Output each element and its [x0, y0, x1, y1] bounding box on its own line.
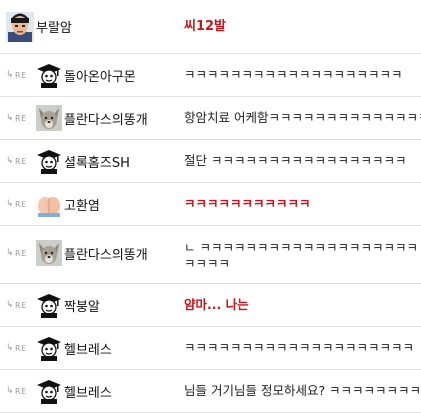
reply-marker-label: RE [15, 199, 27, 209]
comment-text: ㅋㅋㅋㅋㅋㅋㅋㅋㅋㅋㅋㅋㅋㅋㅋㅋㅋㅋㅋ [184, 67, 403, 82]
comment-row-reply-1: ↳ RE 돌아온아구몬 ㅋㅋㅋㅋㅋㅋㅋㅋㅋㅋㅋㅋㅋㅋㅋㅋㅋㅋㅋ [0, 54, 421, 97]
comment-row-main: 부랄암 씨12발 [0, 0, 421, 54]
graduate-avatar-icon [36, 335, 62, 361]
reply-marker: ↳ RE [6, 156, 36, 166]
reply-arrow-icon: ↳ [6, 113, 15, 123]
comment-list: 부랄암 씨12발 ↳ RE 돌아온아구몬 ㅋㅋㅋㅋㅋㅋㅋㅋㅋㅋㅋㅋㅋㅋㅋㅋㅋㅋㅋ … [0, 0, 421, 413]
comment-author[interactable]: ↳ RE 셜록홈즈SH [0, 148, 184, 174]
reply-arrow-icon: ↳ [6, 248, 15, 258]
author-name[interactable]: 플란다스의똥개 [64, 109, 148, 128]
comment-author[interactable]: ↳ RE 짝붕알 [0, 292, 184, 318]
dog-avatar-icon [36, 105, 62, 131]
reply-marker: ↳ RE [6, 113, 36, 123]
comment-row-reply-6: ↳ RE 짝붕알 얌마... 나는 [0, 284, 421, 327]
graduate-avatar-icon [36, 62, 62, 88]
reply-marker: ↳ RE [6, 300, 36, 310]
comment-row-reply-8: ↳ RE 헬브레스 님들 거기님들 정모하세요? ㅋㅋㅋㅋㅋㅋㅋㅋ [0, 370, 421, 413]
peach-avatar-icon [36, 191, 62, 217]
reply-marker-label: RE [15, 300, 27, 310]
comment-row-reply-2: ↳ RE 플란다스의똥개 항암치료 어케함ㅋㅋㅋㅋㅋㅋㅋㅋㅋㅋㅋㅋㅋㅋ [0, 97, 421, 140]
reply-arrow-icon: ↳ [6, 156, 15, 166]
reply-arrow-icon: ↳ [6, 300, 15, 310]
reply-arrow-icon: ↳ [6, 343, 15, 353]
reply-marker: ↳ RE [6, 199, 36, 209]
author-name[interactable]: 헬브레스 [64, 382, 112, 401]
comment-row-reply-5: ↳ RE 플란다스의똥개 ㄴ ㅋㅋㅋㅋㅋㅋㅋㅋㅋㅋㅋㅋㅋㅋㅋㅋㅋㅋㅋㅋㅋㅋㅋ [0, 226, 421, 284]
comment-author[interactable]: ↳ RE 플란다스의똥개 [0, 226, 184, 266]
comment-text: 님들 거기님들 정모하세요? ㅋㅋㅋㅋㅋㅋㅋㅋ [184, 383, 421, 398]
author-name[interactable]: 고환염 [64, 195, 100, 214]
comment-author[interactable]: ↳ RE 헬브레스 [0, 378, 184, 404]
comment-author[interactable]: ↳ RE 헬브레스 [0, 335, 184, 361]
comment-text: ㄴ ㅋㅋㅋㅋㅋㅋㅋㅋㅋㅋㅋㅋㅋㅋㅋㅋㅋㅋㅋㅋㅋㅋㅋ [184, 240, 418, 271]
reply-marker-label: RE [15, 70, 27, 80]
dog-avatar-icon [36, 240, 62, 266]
reply-marker: ↳ RE [6, 386, 36, 396]
reply-marker: ↳ RE [6, 343, 36, 353]
reply-marker-label: RE [15, 343, 27, 353]
author-name[interactable]: 부랄암 [36, 17, 72, 36]
comment-author[interactable]: 부랄암 [0, 11, 184, 42]
graduate-avatar-icon [36, 378, 62, 404]
comment-row-reply-4: ↳ RE 고환염 ㅋㅋㅋㅋㅋㅋㅋㅋㅋㅋㅋ [0, 183, 421, 226]
author-name[interactable]: 짝붕알 [64, 296, 100, 315]
reply-marker: ↳ RE [6, 70, 36, 80]
comment-author[interactable]: ↳ RE 고환염 [0, 191, 184, 217]
author-name[interactable]: 플란다스의똥개 [64, 244, 148, 263]
reply-arrow-icon: ↳ [6, 199, 15, 209]
avatar-icon [6, 11, 34, 42]
comment-text: 얌마... 나는 [184, 297, 249, 312]
comment-author[interactable]: ↳ RE 돌아온아구몬 [0, 62, 184, 88]
comment-text: ㅋㅋㅋㅋㅋㅋㅋㅋㅋㅋㅋㅋㅋㅋㅋㅋㅋㅋㅋㅋ [184, 340, 415, 355]
reply-marker-label: RE [15, 156, 27, 166]
comment-row-reply-7: ↳ RE 헬브레스 ㅋㅋㅋㅋㅋㅋㅋㅋㅋㅋㅋㅋㅋㅋㅋㅋㅋㅋㅋㅋ [0, 327, 421, 370]
author-name[interactable]: 헬브레스 [64, 339, 112, 358]
reply-arrow-icon: ↳ [6, 70, 15, 80]
comment-text: 항암치료 어케함ㅋㅋㅋㅋㅋㅋㅋㅋㅋㅋㅋㅋㅋㅋ [184, 110, 421, 125]
graduate-avatar-icon [36, 148, 62, 174]
comment-text: 절단 ㅋㅋㅋㅋㅋㅋㅋㅋㅋㅋㅋㅋㅋㅋㅋㅋㅋ [184, 153, 407, 168]
reply-marker-label: RE [15, 113, 27, 123]
author-name[interactable]: 돌아온아구몬 [64, 66, 136, 85]
reply-arrow-icon: ↳ [6, 386, 15, 396]
comment-text: 씨12발 [184, 18, 227, 34]
graduate-avatar-icon [36, 292, 62, 318]
reply-marker-label: RE [15, 386, 27, 396]
comment-row-reply-3: ↳ RE 셜록홈즈SH 절단 ㅋㅋㅋㅋㅋㅋㅋㅋㅋㅋㅋㅋㅋㅋㅋㅋㅋ [0, 140, 421, 183]
comment-author[interactable]: ↳ RE 플란다스의똥개 [0, 105, 184, 131]
reply-marker-label: RE [15, 248, 27, 258]
author-name[interactable]: 셜록홈즈SH [64, 152, 130, 171]
reply-marker: ↳ RE [6, 248, 36, 258]
comment-text: ㅋㅋㅋㅋㅋㅋㅋㅋㅋㅋㅋ [184, 196, 311, 211]
